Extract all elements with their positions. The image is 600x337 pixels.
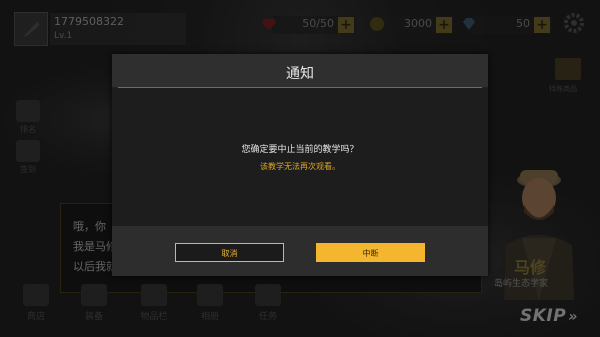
dialog-warning: 该教学无法再次观看。 [260, 162, 340, 171]
abort-button[interactable]: 中断 [316, 243, 425, 262]
cancel-button[interactable]: 取消 [175, 243, 284, 262]
dialog-message: 您确定要中止当前的教学吗？ [241, 145, 359, 155]
dialog-body [112, 88, 488, 226]
confirm-dialog: 通知 您确定要中止当前的教学吗？ 该教学无法再次观看。 取消 中断 [112, 54, 488, 276]
dialog-title: 通知 [286, 66, 314, 82]
dialog-footer [112, 226, 488, 276]
